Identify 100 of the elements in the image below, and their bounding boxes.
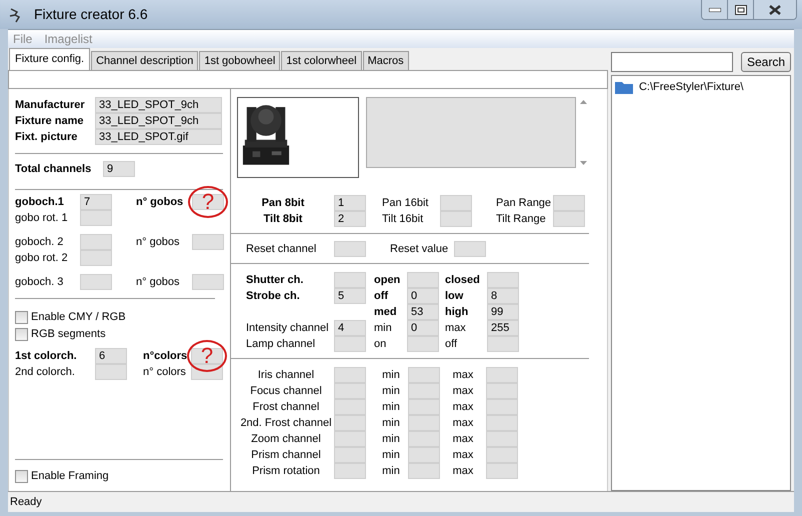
value-field[interactable] bbox=[334, 447, 366, 463]
value-field[interactable] bbox=[80, 234, 112, 250]
field-label: Reset channel bbox=[246, 242, 318, 257]
value-field[interactable] bbox=[408, 383, 440, 399]
field-label: high bbox=[445, 304, 470, 320]
value-field[interactable] bbox=[553, 211, 585, 227]
value-field[interactable]: 4 bbox=[334, 320, 366, 336]
value-field[interactable]: 33_LED_SPOT_9ch bbox=[95, 97, 222, 113]
field-label: off bbox=[374, 288, 390, 304]
tree-item[interactable]: C:\FreeStyler\Fixture\ bbox=[638, 78, 744, 96]
value-field[interactable]: 9 bbox=[103, 161, 135, 177]
maximize-button[interactable] bbox=[728, 0, 754, 19]
app-icon bbox=[8, 6, 22, 22]
value-field[interactable] bbox=[407, 336, 439, 352]
value-field[interactable] bbox=[192, 274, 224, 290]
value-field[interactable] bbox=[454, 241, 486, 257]
checkbox-label: Enable Framing bbox=[31, 468, 109, 484]
field-label: min bbox=[381, 448, 401, 463]
value-field[interactable]: 255 bbox=[487, 320, 519, 336]
tab[interactable]: Channel description bbox=[91, 51, 198, 70]
value-field[interactable] bbox=[486, 431, 518, 447]
field-label: max bbox=[452, 464, 474, 479]
value-field[interactable] bbox=[486, 399, 518, 415]
field-label: n°colors bbox=[143, 348, 188, 364]
value-field[interactable] bbox=[408, 367, 440, 383]
value-field[interactable] bbox=[440, 195, 472, 211]
scroll-down-icon[interactable] bbox=[580, 161, 586, 165]
field-label: max bbox=[452, 432, 474, 447]
value-field[interactable]: 33_LED_SPOT_9ch bbox=[95, 113, 222, 129]
value-field[interactable] bbox=[334, 383, 366, 399]
value-field[interactable] bbox=[408, 399, 440, 415]
value-field[interactable]: 5 bbox=[334, 288, 366, 304]
value-field[interactable] bbox=[407, 272, 439, 288]
value-field[interactable]: 7 bbox=[80, 194, 112, 210]
value-field[interactable]: 33_LED_SPOT.gif bbox=[95, 129, 222, 145]
text-area[interactable] bbox=[366, 97, 576, 168]
value-field[interactable]: 8 bbox=[487, 288, 519, 304]
value-field[interactable] bbox=[408, 431, 440, 447]
search-button[interactable]: Search bbox=[740, 52, 791, 72]
value-field[interactable] bbox=[80, 274, 112, 290]
value-field[interactable] bbox=[408, 447, 440, 463]
checkbox-label: RGB segments bbox=[31, 326, 106, 342]
value-field[interactable] bbox=[486, 447, 518, 463]
value-field[interactable] bbox=[80, 210, 112, 226]
field-label: Fixt. picture bbox=[15, 130, 78, 145]
field-label: 2nd. Frost channel bbox=[239, 416, 333, 431]
tab[interactable]: 1st colorwheel bbox=[281, 51, 362, 70]
field-label: Tilt 16bit bbox=[382, 212, 424, 227]
field-label: Prism channel bbox=[250, 448, 322, 463]
field-label: Strobe ch. bbox=[246, 288, 301, 304]
value-field[interactable] bbox=[334, 367, 366, 383]
value-field[interactable]: 99 bbox=[487, 304, 519, 320]
value-field[interactable]: 53 bbox=[407, 304, 439, 320]
field-label: Manufacturer bbox=[15, 98, 86, 113]
value-field[interactable] bbox=[192, 194, 224, 210]
value-field[interactable] bbox=[192, 234, 224, 250]
value-field[interactable] bbox=[486, 463, 518, 479]
minimize-button[interactable] bbox=[702, 0, 728, 19]
value-field[interactable] bbox=[191, 348, 223, 364]
tab[interactable]: Fixture config. bbox=[9, 48, 90, 70]
checkbox[interactable] bbox=[15, 328, 28, 340]
field-label: Total channels bbox=[15, 162, 92, 177]
field-label: max bbox=[445, 320, 467, 336]
value-field[interactable] bbox=[95, 364, 127, 380]
value-field[interactable] bbox=[334, 463, 366, 479]
value-field[interactable]: 0 bbox=[407, 320, 439, 336]
value-field[interactable] bbox=[80, 250, 112, 266]
text-field[interactable] bbox=[8, 70, 608, 89]
value-field[interactable] bbox=[486, 383, 518, 399]
value-field[interactable] bbox=[487, 336, 519, 352]
value-field[interactable] bbox=[334, 336, 366, 352]
field-label: closed bbox=[445, 272, 481, 288]
field-label: med bbox=[374, 304, 398, 320]
value-field[interactable] bbox=[408, 415, 440, 431]
checkbox[interactable] bbox=[15, 310, 28, 324]
value-field[interactable] bbox=[334, 241, 366, 257]
value-field[interactable]: 0 bbox=[407, 288, 439, 304]
value-field[interactable] bbox=[334, 272, 366, 288]
value-field[interactable] bbox=[553, 195, 585, 211]
value-field[interactable] bbox=[487, 272, 519, 288]
close-button[interactable] bbox=[754, 0, 796, 19]
value-field[interactable] bbox=[408, 463, 440, 479]
field-label: Zoom channel bbox=[250, 432, 322, 447]
value-field[interactable] bbox=[486, 415, 518, 431]
checkbox[interactable] bbox=[15, 470, 28, 482]
value-field[interactable]: 2 bbox=[334, 211, 366, 227]
value-field[interactable] bbox=[334, 415, 366, 431]
value-field[interactable] bbox=[334, 399, 366, 415]
value-field[interactable] bbox=[486, 367, 518, 383]
value-field[interactable] bbox=[440, 211, 472, 227]
value-field[interactable]: 1 bbox=[334, 195, 366, 211]
search-field[interactable] bbox=[610, 52, 733, 72]
scroll-up-icon[interactable] bbox=[580, 100, 586, 104]
value-field[interactable] bbox=[334, 431, 366, 447]
value-field[interactable]: 6 bbox=[95, 348, 127, 364]
field-label: Frost channel bbox=[252, 400, 320, 415]
tab[interactable]: 1st gobowheel bbox=[199, 51, 280, 70]
field-label: n° colors bbox=[143, 364, 187, 380]
field-label: Intensity channel bbox=[246, 320, 330, 336]
tab[interactable]: Macros bbox=[362, 51, 409, 70]
